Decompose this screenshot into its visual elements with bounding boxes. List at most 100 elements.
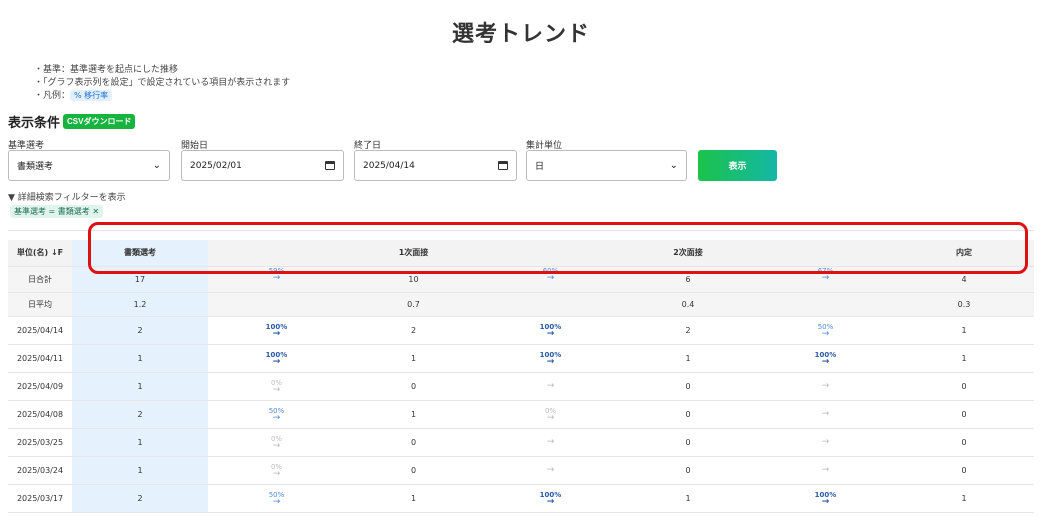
legend-prefix: ・凡例： — [34, 91, 71, 101]
arrow-right-icon: → — [272, 272, 281, 283]
cell-value: 2 — [345, 316, 482, 345]
sort-icon[interactable]: ↓F — [51, 248, 63, 257]
header-second-interview: 2次面接 — [619, 240, 757, 267]
end-date-value: 2025/04/14 — [363, 160, 415, 171]
row-date: 2025/04/09 — [8, 372, 72, 401]
conditions-title: 表示条件 — [8, 116, 61, 131]
show-button[interactable]: 表示 — [698, 150, 777, 181]
row-label: 日合計 — [8, 266, 72, 293]
cell-value: 0 — [345, 456, 482, 485]
cell-value: 0 — [619, 456, 757, 485]
start-date-input[interactable]: 2025/02/01 — [181, 150, 344, 181]
arrow-right-icon: → — [821, 356, 830, 367]
row-date: 2025/03/25 — [8, 428, 72, 457]
arrow-right-icon: → — [546, 496, 555, 507]
cell-value: 0 — [619, 372, 757, 401]
aggregation-unit-select[interactable]: 日 ⌄ — [526, 150, 687, 181]
cell-rate: 50% → — [208, 484, 345, 513]
cell-value: 0 — [894, 400, 1034, 429]
arrow-right-icon: → — [821, 380, 830, 391]
arrow-right-icon: → — [821, 272, 830, 283]
cell-value: 0 — [619, 428, 757, 457]
base-selection-select[interactable]: 書類選考 ⌄ — [8, 150, 170, 181]
end-date-input[interactable]: 2025/04/14 — [354, 150, 517, 181]
arrow-right-icon: → — [546, 412, 555, 423]
cell-rate: 60% → — [482, 266, 619, 293]
cell-rate — [482, 292, 619, 317]
cell-value: 0 — [894, 372, 1034, 401]
arrow-right-icon: → — [272, 468, 281, 479]
cell-value: 1 — [345, 484, 482, 513]
table-row: 2025/03/17 2 50% → 1 100% → 1 100% → 1 — [8, 484, 1034, 513]
chevron-down-icon: ⌄ — [152, 160, 161, 171]
arrow-right-icon: → — [821, 408, 830, 419]
start-date-value: 2025/02/01 — [190, 160, 242, 171]
cell-rate: → — [482, 456, 619, 485]
filter-chip[interactable]: 基準選考 = 書類選考 ✕ — [10, 205, 104, 218]
cell-rate: → — [482, 372, 619, 401]
chevron-down-icon: ⌄ — [669, 160, 678, 171]
cell-rate: 100% → — [757, 484, 894, 513]
arrow-right-icon: → — [546, 272, 555, 283]
cell-value: 0 — [345, 372, 482, 401]
cell-rate: 0% → — [208, 456, 345, 485]
cell-value: 1 — [72, 456, 208, 485]
arrow-right-icon: → — [546, 464, 555, 475]
arrow-right-icon: → — [272, 356, 281, 367]
header-rate-1 — [208, 240, 345, 267]
trend-table: 単位(名) ↓F 書類選考 1次面接 2次面接 内定 日合計 17 59% → 1… — [8, 240, 1034, 513]
arrow-right-icon: → — [821, 328, 830, 339]
table-row: 2025/03/25 1 0% → 0 → 0 → 0 — [8, 428, 1034, 457]
cell-value: 1 — [894, 344, 1034, 373]
cell-value: 0.3 — [894, 292, 1034, 317]
arrow-right-icon: → — [272, 496, 281, 507]
cell-rate: 0% → — [482, 400, 619, 429]
cell-value: 0 — [894, 428, 1034, 457]
cell-value: 6 — [619, 266, 757, 293]
cell-rate: 100% → — [208, 316, 345, 345]
cell-value: 0.4 — [619, 292, 757, 317]
cell-value: 10 — [345, 266, 482, 293]
cell-value: 1 — [894, 484, 1034, 513]
cell-value: 1 — [894, 316, 1034, 345]
cell-value: 2 — [619, 316, 757, 345]
cell-rate — [757, 292, 894, 317]
arrow-right-icon: → — [546, 356, 555, 367]
cell-value: 2 — [72, 484, 208, 513]
cell-rate: 0% → — [208, 372, 345, 401]
table-row: 2025/04/11 1 100% → 1 100% → 1 100% → 1 — [8, 344, 1034, 373]
cell-rate: 100% → — [757, 344, 894, 373]
detail-filter-toggle[interactable]: ▼ 詳細検索フィルターを表示 — [8, 190, 126, 203]
cell-rate: 100% → — [482, 316, 619, 345]
cell-value: 4 — [894, 266, 1034, 293]
header-rate-3 — [757, 240, 894, 267]
row-date: 2025/04/14 — [8, 316, 72, 345]
cell-rate: → — [757, 428, 894, 457]
calendar-icon[interactable] — [325, 161, 335, 170]
row-date: 2025/03/17 — [8, 484, 72, 513]
row-label: 日平均 — [8, 292, 72, 317]
page-title: 選考トレンド — [451, 22, 590, 47]
header-unit[interactable]: 単位(名) ↓F — [8, 240, 72, 267]
header-rate-2 — [482, 240, 619, 267]
cell-value: 1 — [72, 344, 208, 373]
cell-rate: → — [757, 400, 894, 429]
note-basis: ・基準：基準選考を起点にした推移 — [34, 65, 179, 75]
calendar-icon[interactable] — [498, 161, 508, 170]
cell-rate: 100% → — [482, 344, 619, 373]
cell-rate: 50% → — [757, 316, 894, 345]
close-icon[interactable]: ✕ — [92, 207, 99, 216]
cell-rate: 59% → — [208, 266, 345, 293]
header-first-interview: 1次面接 — [345, 240, 482, 267]
cell-value: 1 — [345, 400, 482, 429]
csv-download-button[interactable]: CSVダウンロード — [63, 114, 136, 129]
row-date: 2025/04/11 — [8, 344, 72, 373]
arrow-right-icon: → — [272, 328, 281, 339]
table-row: 2025/04/09 1 0% → 0 → 0 → 0 — [8, 372, 1034, 401]
cell-value: 17 — [72, 266, 208, 293]
header-offer: 内定 — [894, 240, 1034, 267]
note-graph-columns: ・「グラフ表示列を設定」で設定されている項目が表示されます — [34, 78, 291, 88]
cell-value: 1.2 — [72, 292, 208, 317]
row-date: 2025/03/24 — [8, 456, 72, 485]
cell-rate: 0% → — [208, 428, 345, 457]
